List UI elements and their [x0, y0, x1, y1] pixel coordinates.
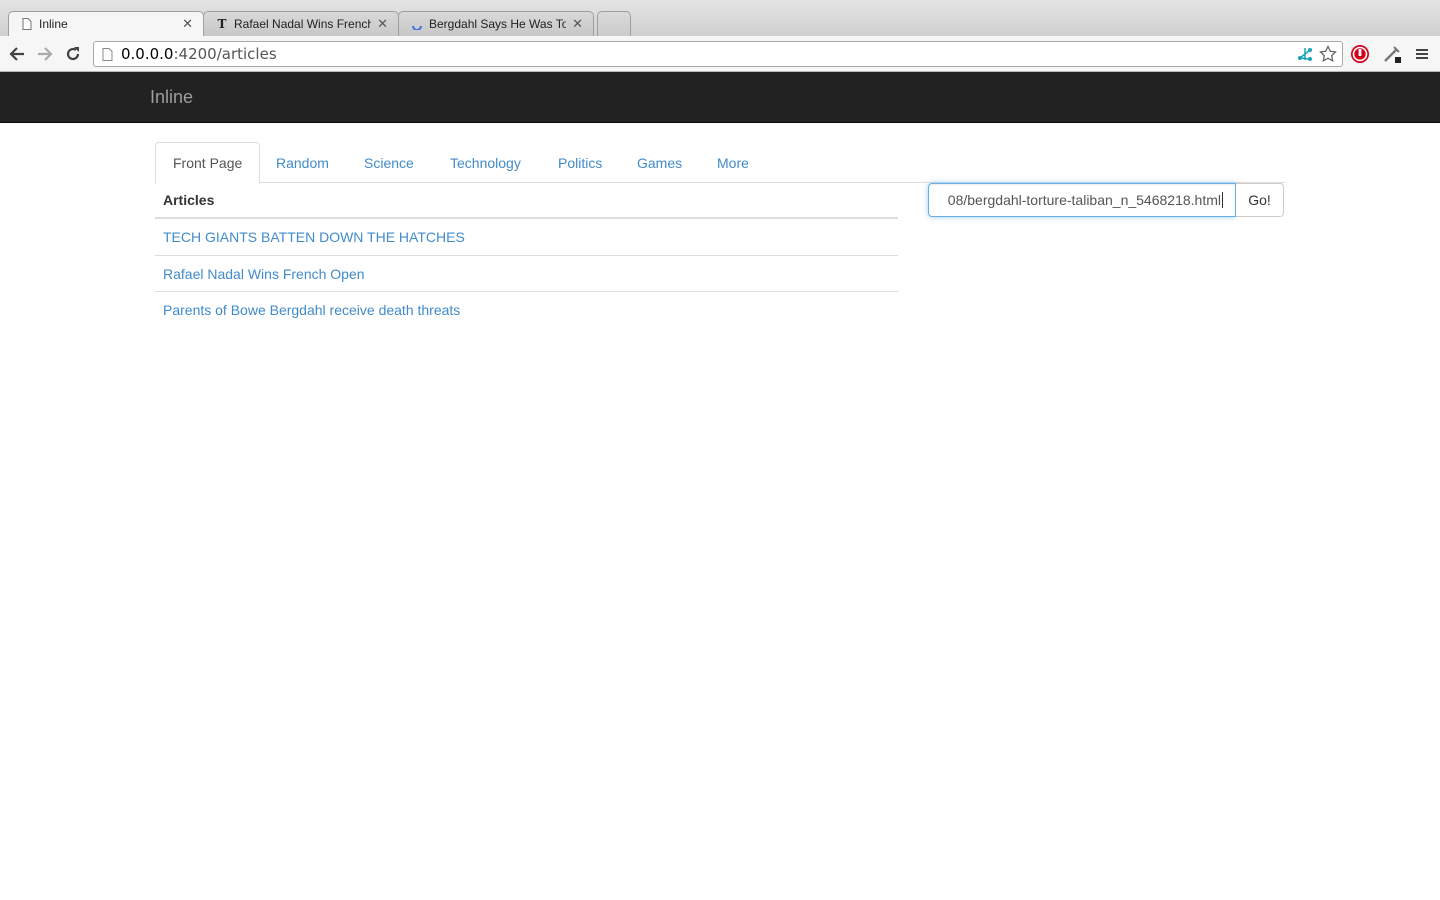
app-navbar: Inline	[0, 72, 1440, 123]
browser-tab-title: Rafael Nadal Wins French Open	[234, 17, 372, 31]
browser-tabstrip: Inline ✕ T Rafael Nadal Wins French Open…	[0, 0, 1440, 36]
category-tabs: Front Page Random Science Technology Pol…	[155, 142, 1285, 184]
close-icon[interactable]: ✕	[572, 16, 583, 32]
extension-tools-icon[interactable]	[1380, 42, 1404, 66]
table-row: Parents of Bowe Bergdahl receive death t…	[155, 291, 898, 327]
article-link[interactable]: Rafael Nadal Wins French Open	[163, 266, 365, 282]
browser-toolbar: 0.0.0.0:4200/articles	[0, 36, 1440, 72]
nyt-logo-icon: T	[217, 17, 227, 31]
tab-science[interactable]: Science	[346, 142, 432, 183]
loading-spinner-icon	[411, 18, 423, 30]
browser-tab-inline[interactable]: Inline ✕	[8, 11, 204, 36]
article-link[interactable]: Parents of Bowe Bergdahl receive death t…	[163, 302, 460, 318]
adblock-stop-icon[interactable]	[1348, 42, 1372, 66]
address-path: :4200/articles	[173, 45, 277, 63]
tab-technology[interactable]: Technology	[432, 142, 539, 183]
page-icon	[102, 47, 113, 61]
forward-arrow-icon[interactable]	[33, 42, 57, 66]
table-row: Rafael Nadal Wins French Open	[155, 255, 898, 291]
back-arrow-icon[interactable]	[5, 42, 29, 66]
browser-tab-nadal[interactable]: T Rafael Nadal Wins French Open ✕	[203, 11, 399, 36]
address-host: 0.0.0.0	[121, 45, 174, 63]
go-button[interactable]: Go!	[1236, 183, 1284, 217]
table-row: TECH GIANTS BATTEN DOWN THE HATCHES	[155, 219, 898, 255]
browser-tab-title: Bergdahl Says He Was Tortured	[429, 17, 567, 31]
tab-more[interactable]: More	[699, 142, 767, 183]
address-bar[interactable]: 0.0.0.0:4200/articles	[93, 41, 1343, 67]
browser-tab-bergdahl[interactable]: Bergdahl Says He Was Tortured ✕	[398, 11, 594, 36]
menu-hamburger-icon[interactable]	[1410, 42, 1434, 66]
new-tab-button[interactable]	[597, 11, 631, 36]
tab-random[interactable]: Random	[258, 142, 347, 183]
tab-politics[interactable]: Politics	[540, 142, 620, 183]
close-icon[interactable]: ✕	[182, 16, 193, 32]
url-form: 08/bergdahl-torture-taliban_n_5468218.ht…	[928, 183, 1284, 217]
articles-header: Articles	[155, 183, 898, 219]
reload-icon[interactable]	[61, 42, 85, 66]
extension-network-icon[interactable]	[1293, 42, 1317, 66]
tab-front-page[interactable]: Front Page	[155, 142, 261, 184]
browser-tab-title: Inline	[39, 17, 68, 31]
article-url-value: 08/bergdahl-torture-taliban_n_5468218.ht…	[947, 192, 1221, 208]
document-icon	[21, 18, 33, 30]
bookmark-star-icon[interactable]	[1316, 42, 1340, 66]
articles-table: Articles TECH GIANTS BATTEN DOWN THE HAT…	[155, 183, 898, 327]
article-url-input[interactable]: 08/bergdahl-torture-taliban_n_5468218.ht…	[928, 183, 1236, 217]
brand-link[interactable]: Inline	[150, 87, 193, 108]
article-link[interactable]: TECH GIANTS BATTEN DOWN THE HATCHES	[163, 229, 465, 245]
tab-games[interactable]: Games	[619, 142, 700, 183]
text-cursor	[1222, 192, 1223, 208]
close-icon[interactable]: ✕	[377, 16, 388, 32]
